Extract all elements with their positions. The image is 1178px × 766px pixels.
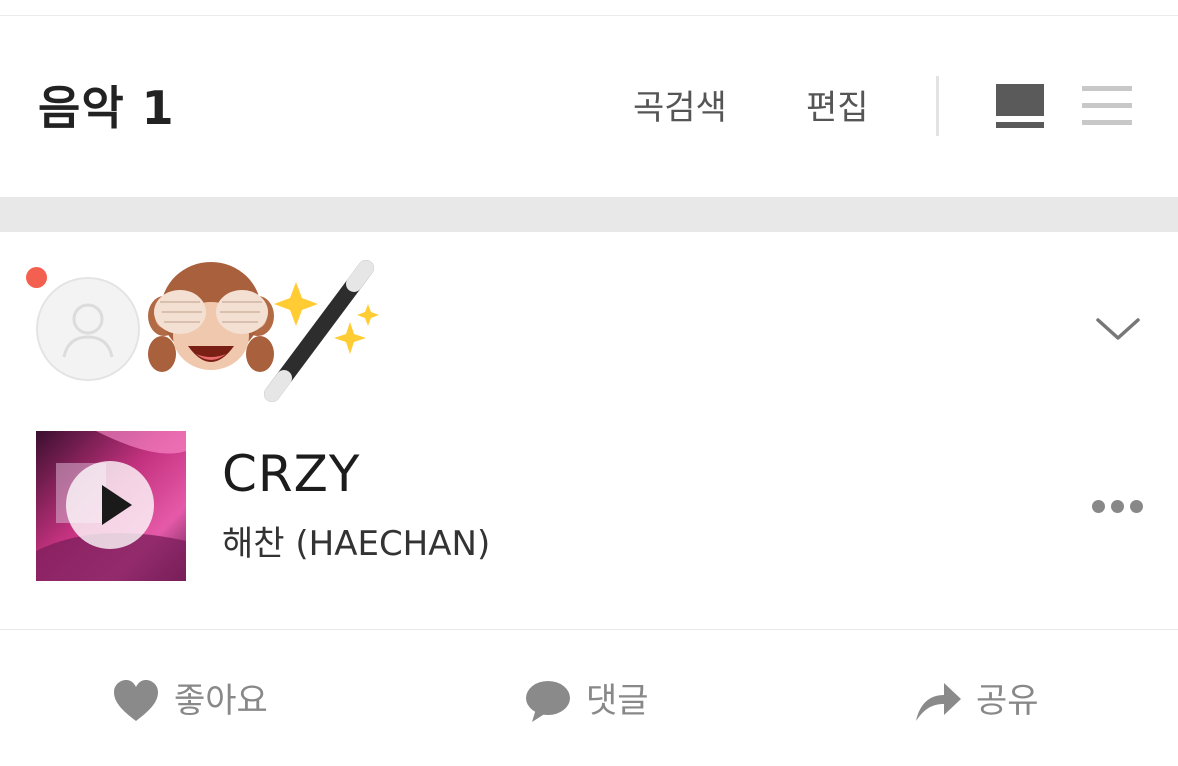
header: 음악 1 곡검색 편집 (0, 16, 1178, 210)
header-divider (936, 76, 939, 136)
share-arrow-icon (916, 683, 961, 721)
song-title[interactable]: CRZY (222, 444, 360, 504)
heart-icon (114, 680, 158, 721)
magic-wand-emoji (258, 254, 386, 404)
comment-label: 댓글 (586, 681, 649, 721)
comment-button[interactable]: 댓글 (524, 678, 649, 724)
share-label: 공유 (976, 681, 1039, 721)
new-indicator-dot (26, 267, 47, 288)
album-art[interactable] (36, 431, 186, 581)
list-view-icon[interactable] (1082, 84, 1132, 128)
like-button[interactable]: 좋아요 (112, 678, 268, 724)
play-icon (102, 485, 132, 525)
more-horizontal-icon[interactable] (1092, 500, 1144, 514)
like-label: 좋아요 (174, 681, 268, 721)
comment-bubble-icon (526, 681, 570, 722)
chevron-down-icon[interactable] (1094, 314, 1142, 344)
edit-button[interactable]: 편집 (806, 86, 869, 130)
song-artist[interactable]: 해찬 (HAECHAN) (222, 522, 490, 566)
music-post: CRZY 해찬 (HAECHAN) 좋아요 댓글 공유 (0, 232, 1178, 766)
song-search-button[interactable]: 곡검색 (633, 86, 727, 130)
user-avatar[interactable] (36, 277, 140, 381)
play-button[interactable] (66, 461, 154, 549)
post-action-bar: 좋아요 댓글 공유 (0, 630, 1178, 766)
card-view-icon[interactable] (994, 82, 1046, 130)
section-gap (0, 197, 1178, 232)
share-button[interactable]: 공유 (914, 678, 1039, 724)
page-title: 음악 1 (38, 81, 175, 135)
